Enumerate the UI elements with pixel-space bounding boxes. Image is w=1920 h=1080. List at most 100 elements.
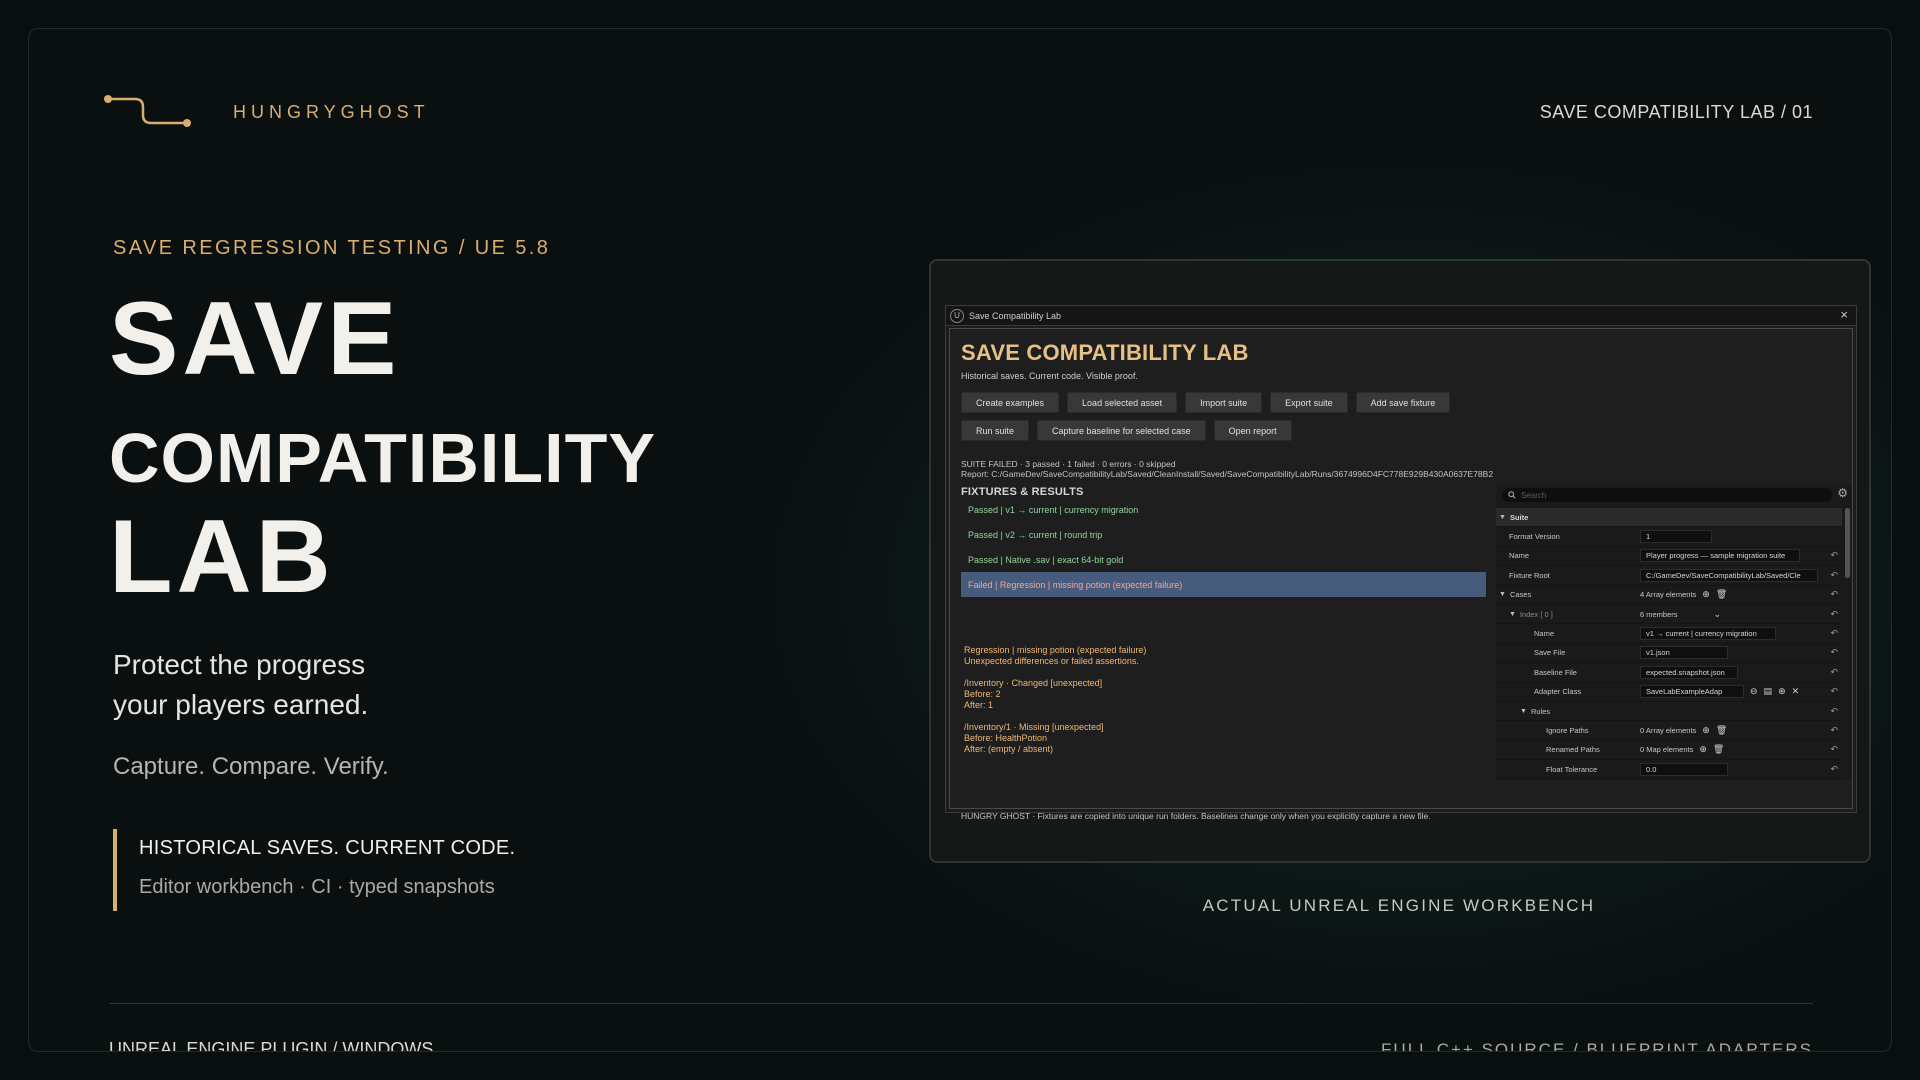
chevron-down-icon: ▼	[1499, 513, 1506, 521]
reset-icon[interactable]: ↶	[1830, 706, 1838, 717]
browse-icon[interactable]: ⊖	[1750, 686, 1758, 697]
footer-divider	[109, 1003, 1813, 1004]
reset-icon[interactable]: ↶	[1830, 744, 1838, 755]
reset-icon[interactable]: ↶	[1830, 764, 1838, 775]
slide-frame: HUNGRYGHOST SAVE COMPATIBILITY LAB / 01 …	[28, 28, 1892, 1052]
property-row: Float Tolerance 0.0 ↶	[1496, 760, 1842, 780]
brand-name: HUNGRYGHOST	[233, 102, 430, 122]
chevron-down-icon[interactable]: ▼	[1520, 708, 1527, 715]
property-label: Adapter Class	[1534, 687, 1582, 697]
fixture-item[interactable]: Passed | v2 → current | round trip	[961, 522, 1486, 547]
reset-icon[interactable]: ↶	[1830, 609, 1838, 620]
reset-icon[interactable]: ↶	[1830, 570, 1838, 581]
run-suite-button[interactable]: Run suite	[961, 420, 1030, 441]
float-tolerance-field[interactable]: 0.0	[1640, 762, 1728, 776]
window-titlebar[interactable]: U Save Compatibility Lab ×	[946, 306, 1856, 326]
category-suite[interactable]: ▼ Suite	[1496, 508, 1842, 528]
reset-icon[interactable]: ↶	[1830, 550, 1838, 561]
window-footer-note: HUNGRY GHOST · Fixtures are copied into …	[961, 811, 1431, 821]
footer-right: FULL C++ SOURCE / BLUEPRINT ADAPTERS	[1381, 1040, 1813, 1052]
add-icon[interactable]: ⊕	[1778, 686, 1786, 697]
format-version-field[interactable]: 1	[1640, 530, 1712, 544]
workbench-screenshot: U Save Compatibility Lab × SAVE COMPATIB…	[929, 259, 1871, 863]
hero-title-lab: LAB	[109, 499, 335, 615]
detail-line: Regression | missing potion (expected fa…	[964, 645, 1147, 655]
detail-line: Before: 2	[964, 689, 1001, 699]
suite-name-field[interactable]: Player progress — sample migration suite	[1640, 549, 1800, 563]
property-label: Baseline File	[1534, 667, 1577, 677]
add-element-icon[interactable]: ⊕	[1702, 725, 1710, 736]
property-row: Baseline File expected.snapshot.json ↶	[1496, 663, 1842, 683]
folder-icon[interactable]: ▤	[1764, 686, 1773, 697]
trash-icon[interactable]: 🗑	[1716, 725, 1727, 736]
property-row: ▼ Rules ↶	[1496, 702, 1842, 722]
save-file-field[interactable]: v1.json	[1640, 646, 1728, 660]
trash-icon[interactable]: 🗑	[1716, 589, 1727, 600]
motto: Capture. Compare. Verify.	[113, 753, 389, 780]
reset-icon[interactable]: ↶	[1830, 686, 1838, 697]
suite-summary: SUITE FAILED · 3 passed · 1 failed · 0 e…	[961, 459, 1176, 469]
adapter-class-select[interactable]: SaveLabExampleAdap	[1640, 685, 1744, 699]
detail-line: After: 1	[964, 700, 994, 710]
property-row: Name Player progress — sample migration …	[1496, 547, 1842, 567]
load-selected-asset-button[interactable]: Load selected asset	[1067, 392, 1178, 413]
details-scrollbar[interactable]	[1845, 508, 1850, 578]
cases-count: 4 Array elements	[1640, 590, 1697, 600]
chevron-down-icon[interactable]: ▼	[1509, 611, 1516, 618]
callout-title: HISTORICAL SAVES. CURRENT CODE.	[139, 837, 516, 859]
reset-icon[interactable]: ↶	[1830, 725, 1838, 736]
open-report-button[interactable]: Open report	[1213, 420, 1292, 441]
detail-line: Before: HealthPotion	[964, 733, 1048, 743]
result-detail: Regression | missing potion (expected fa…	[964, 645, 1146, 755]
window-content: SAVE COMPATIBILITY LAB Historical saves.…	[949, 328, 1853, 821]
add-save-fixture-button[interactable]: Add save fixture	[1355, 392, 1451, 413]
editor-window: U Save Compatibility Lab × SAVE COMPATIB…	[945, 305, 1857, 821]
reset-icon[interactable]: ↶	[1830, 667, 1838, 678]
property-label: Name	[1534, 629, 1555, 639]
capture-baseline-button[interactable]: Capture baseline for selected case	[1037, 420, 1206, 441]
fixture-item[interactable]: Passed | v1 → current | currency migrati…	[961, 497, 1486, 522]
baseline-file-field[interactable]: expected.snapshot.json	[1640, 665, 1738, 679]
category-label: Suite	[1509, 512, 1529, 522]
reset-icon[interactable]: ↶	[1830, 647, 1838, 658]
add-element-icon[interactable]: ⊕	[1699, 744, 1707, 755]
report-path[interactable]: Report: C:/GameDev/SaveCompatibilityLab/…	[961, 469, 1493, 479]
gear-icon[interactable]: ⚙	[1837, 486, 1848, 500]
property-row: Format Version 1	[1496, 527, 1842, 547]
hero-title-save: SAVE	[109, 281, 401, 397]
toolbar-row-1: Create examples Load selected asset Impo…	[961, 392, 1451, 413]
clear-icon[interactable]: ✕	[1792, 686, 1800, 697]
property-row: ▼ Index [ 0 ] 6 members ⌄ ↶	[1496, 605, 1842, 625]
chevron-down-icon[interactable]: ⌄	[1714, 609, 1722, 620]
fixture-item-selected[interactable]: Failed | Regression | missing potion (ex…	[961, 572, 1486, 597]
detail-line: /Inventory · Changed [unexpected]	[964, 678, 1103, 688]
chevron-down-icon[interactable]: ▼	[1499, 591, 1506, 598]
import-suite-button[interactable]: Import suite	[1185, 392, 1263, 413]
property-rows: ▼ Suite Format Version 1 Name Player prog…	[1496, 508, 1842, 780]
footer-left: UNREAL ENGINE PLUGIN / WINDOWS	[109, 1039, 434, 1052]
suite-status: SUITE FAILED · 3 passed · 1 failed · 0 e…	[961, 459, 1493, 479]
export-suite-button[interactable]: Export suite	[1270, 392, 1348, 413]
property-label: Ignore Paths	[1546, 725, 1589, 735]
toolbar-row-2: Run suite Capture baseline for selected …	[961, 420, 1292, 441]
eyebrow: SAVE REGRESSION TESTING / UE 5.8	[113, 237, 551, 259]
trash-icon[interactable]: 🗑	[1713, 744, 1724, 755]
add-element-icon[interactable]: ⊕	[1702, 589, 1710, 600]
callout: HISTORICAL SAVES. CURRENT CODE. Editor w…	[113, 829, 515, 911]
unreal-logo-icon: U	[950, 308, 964, 323]
fixtures-list: Passed | v1 → current | currency migrati…	[961, 497, 1486, 597]
details-search-input[interactable]: Search	[1502, 488, 1832, 502]
property-label: Rules	[1530, 706, 1551, 716]
reset-icon[interactable]: ↶	[1830, 589, 1838, 600]
close-icon[interactable]: ×	[1840, 307, 1848, 322]
fixture-item[interactable]: Passed | Native .sav | exact 64-bit gold	[961, 547, 1486, 572]
create-examples-button[interactable]: Create examples	[961, 392, 1060, 413]
property-row: Fixture Root C:/GameDev/SaveCompatibilit…	[1496, 566, 1842, 586]
case-name-field[interactable]: v1 → current | currency migration	[1640, 627, 1776, 641]
reset-icon[interactable]: ↶	[1830, 628, 1838, 639]
ignore-paths-count: 0 Array elements	[1640, 725, 1697, 735]
property-label: Save File	[1534, 648, 1566, 658]
tagline: Protect the progress your players earned…	[113, 645, 533, 725]
fixture-root-field[interactable]: C:/GameDev/SaveCompatibilityLab/Saved/Cl…	[1640, 568, 1818, 582]
property-label: Name	[1509, 551, 1530, 561]
